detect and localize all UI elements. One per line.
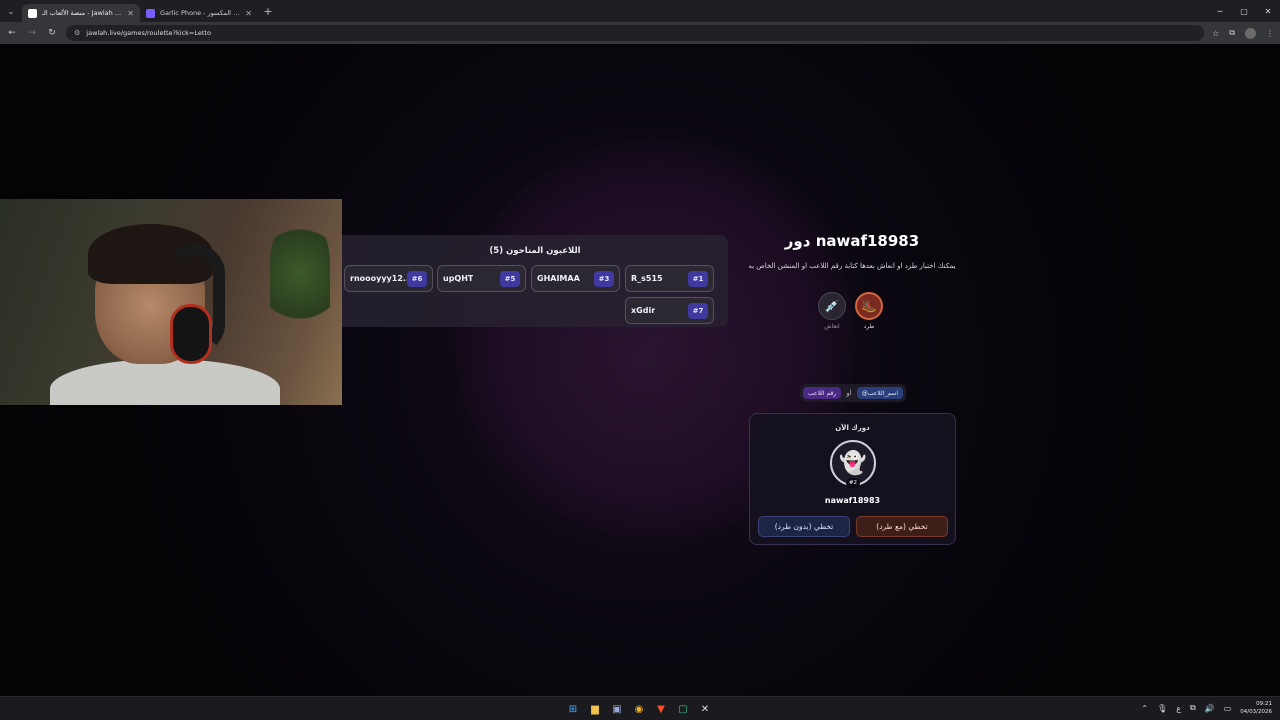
mention-hint: رقم اللاعب او @اسم_اللاعب — [800, 384, 906, 402]
minimize-icon[interactable]: ─ — [1208, 7, 1232, 16]
player-mention-chip: @اسم_اللاعب — [856, 387, 903, 399]
players-title: اللاعبون المتاحون (5) — [489, 246, 581, 256]
tray-chevron-icon[interactable]: ⌃ — [1141, 704, 1148, 713]
player-name: GHAIMAA — [537, 274, 580, 283]
revive-action[interactable]: 💉 انعاش — [818, 292, 846, 330]
tab-search-icon[interactable]: ⌄ — [0, 0, 22, 22]
url-text: jawlah.live/games/roulette?kick=Letto — [86, 29, 211, 37]
kick-icon[interactable]: 🥾 — [855, 292, 883, 320]
brave-icon[interactable]: ▼ — [653, 701, 669, 717]
jawlah-favicon — [28, 8, 37, 18]
profile-icon[interactable] — [1245, 27, 1256, 39]
volume-icon[interactable]: 🔊 — [1205, 704, 1215, 713]
revive-icon[interactable]: 💉 — [818, 292, 846, 320]
tab-title: Garlic Phone - الهاتف المكسور — [160, 9, 240, 17]
background-plant — [270, 219, 330, 329]
kick-label: طرد — [863, 323, 875, 330]
star-icon[interactable]: ☆ — [1212, 29, 1219, 38]
player-name: xGdir — [631, 306, 656, 315]
revive-label: انعاش — [824, 323, 840, 330]
garlic-phone-favicon — [146, 8, 155, 18]
close-icon[interactable]: ✕ — [245, 9, 252, 18]
player-number: #6 — [407, 270, 427, 287]
headset-earcup — [170, 304, 212, 364]
tab-strip: ⌄ منصة الألعاب الـ - Jawlah | جولة ✕ Gar… — [0, 0, 1280, 22]
turn-title: دور nawaf18983 — [784, 232, 920, 250]
player-number-chip: رقم اللاعب — [803, 387, 842, 399]
player-card[interactable]: GHAIMAA #3 — [531, 265, 620, 292]
turn-description: يمكنك اختيار طرد او انعاش بعدها كتابة رق… — [748, 262, 956, 270]
close-window-icon[interactable]: ✕ — [1256, 7, 1280, 16]
window-controls: ─ ▢ ✕ — [1208, 7, 1280, 16]
address-toolbar: ← → ↻ ⚙ jawlah.live/games/roulette?kick=… — [0, 22, 1280, 44]
app-icon[interactable]: ▢ — [675, 701, 691, 717]
player-badge: #2 — [846, 478, 860, 488]
clock-time: 09:21 — [1256, 701, 1272, 707]
current-player-name: nawaf18983 — [824, 496, 881, 505]
start-icon[interactable]: ⊞ — [565, 701, 581, 717]
back-icon[interactable]: ← — [6, 28, 18, 38]
skip-without-kick-button[interactable]: تخطي (بدون طرد) — [758, 516, 850, 537]
network-icon[interactable]: ⧉ — [1190, 703, 1196, 713]
streamer-shirt — [50, 359, 280, 405]
tab-jawlah[interactable]: منصة الألعاب الـ - Jawlah | جولة ✕ — [22, 4, 140, 22]
battery-icon[interactable]: ▭ — [1224, 704, 1232, 713]
reload-icon[interactable]: ↻ — [46, 28, 58, 38]
player-number: #5 — [500, 270, 520, 287]
player-name: upQHT — [443, 274, 474, 283]
tab-garlic-phone[interactable]: Garlic Phone - الهاتف المكسور ✕ — [140, 4, 258, 22]
player-number: #1 — [688, 270, 708, 287]
tab-title: منصة الألعاب الـ - Jawlah | جولة — [42, 9, 123, 17]
clock-date: 04/03/2026 — [1240, 709, 1272, 715]
file-explorer-icon[interactable]: ▆ — [587, 701, 603, 717]
site-info-icon[interactable]: ⚙ — [74, 29, 80, 37]
player-card[interactable]: rnoooyyy12... #6 — [344, 265, 433, 292]
player-card[interactable]: upQHT #5 — [437, 265, 526, 292]
microphone-icon[interactable]: 🎙 — [1157, 704, 1167, 713]
taskbar: ⊞ ▆ ▣ ◉ ▼ ▢ ✕ ⌃ 🎙 ع ⧉ 🔊 ▭ 09:21 04/03/20… — [0, 696, 1280, 720]
game-page: اللاعبون المتاحون (5) R_s515 #1 GHAIMAA … — [0, 44, 1280, 696]
current-turn-card: دورك الآن 👻 #2 nawaf18983 تخطي (بدون طرد… — [749, 413, 956, 545]
extensions-icon[interactable]: ⧉ — [1229, 28, 1235, 38]
your-turn-label: دورك الآن — [835, 424, 870, 432]
player-card[interactable]: xGdir #7 — [625, 297, 714, 324]
skip-with-kick-button[interactable]: تخطي (مع طرد) — [856, 516, 948, 537]
new-tab-button[interactable]: + — [258, 5, 278, 18]
webcam-overlay — [0, 199, 342, 405]
chrome-icon[interactable]: ◉ — [631, 701, 647, 717]
kick-action[interactable]: 🥾 طرد — [855, 292, 883, 330]
close-icon[interactable]: ✕ — [127, 9, 134, 18]
or-label: او — [846, 389, 852, 397]
clock[interactable]: 09:21 04/03/2026 — [1240, 700, 1272, 716]
available-players-panel: اللاعبون المتاحون (5) R_s515 #1 GHAIMAA … — [342, 235, 728, 327]
player-name: R_s515 — [631, 274, 663, 283]
player-card[interactable]: R_s515 #1 — [625, 265, 714, 292]
more-menu-icon[interactable]: ⋮ — [1266, 29, 1274, 38]
language-indicator[interactable]: ع — [1176, 704, 1181, 713]
url-bar[interactable]: ⚙ jawlah.live/games/roulette?kick=Letto — [66, 25, 1205, 41]
maximize-icon[interactable]: ▢ — [1232, 7, 1256, 16]
forward-icon[interactable]: → — [26, 28, 38, 38]
x-app-icon[interactable]: ✕ — [697, 701, 713, 717]
player-name: rnoooyyy12... — [350, 274, 407, 283]
store-icon[interactable]: ▣ — [609, 701, 625, 717]
player-number: #3 — [594, 270, 614, 287]
player-number: #7 — [688, 302, 708, 319]
